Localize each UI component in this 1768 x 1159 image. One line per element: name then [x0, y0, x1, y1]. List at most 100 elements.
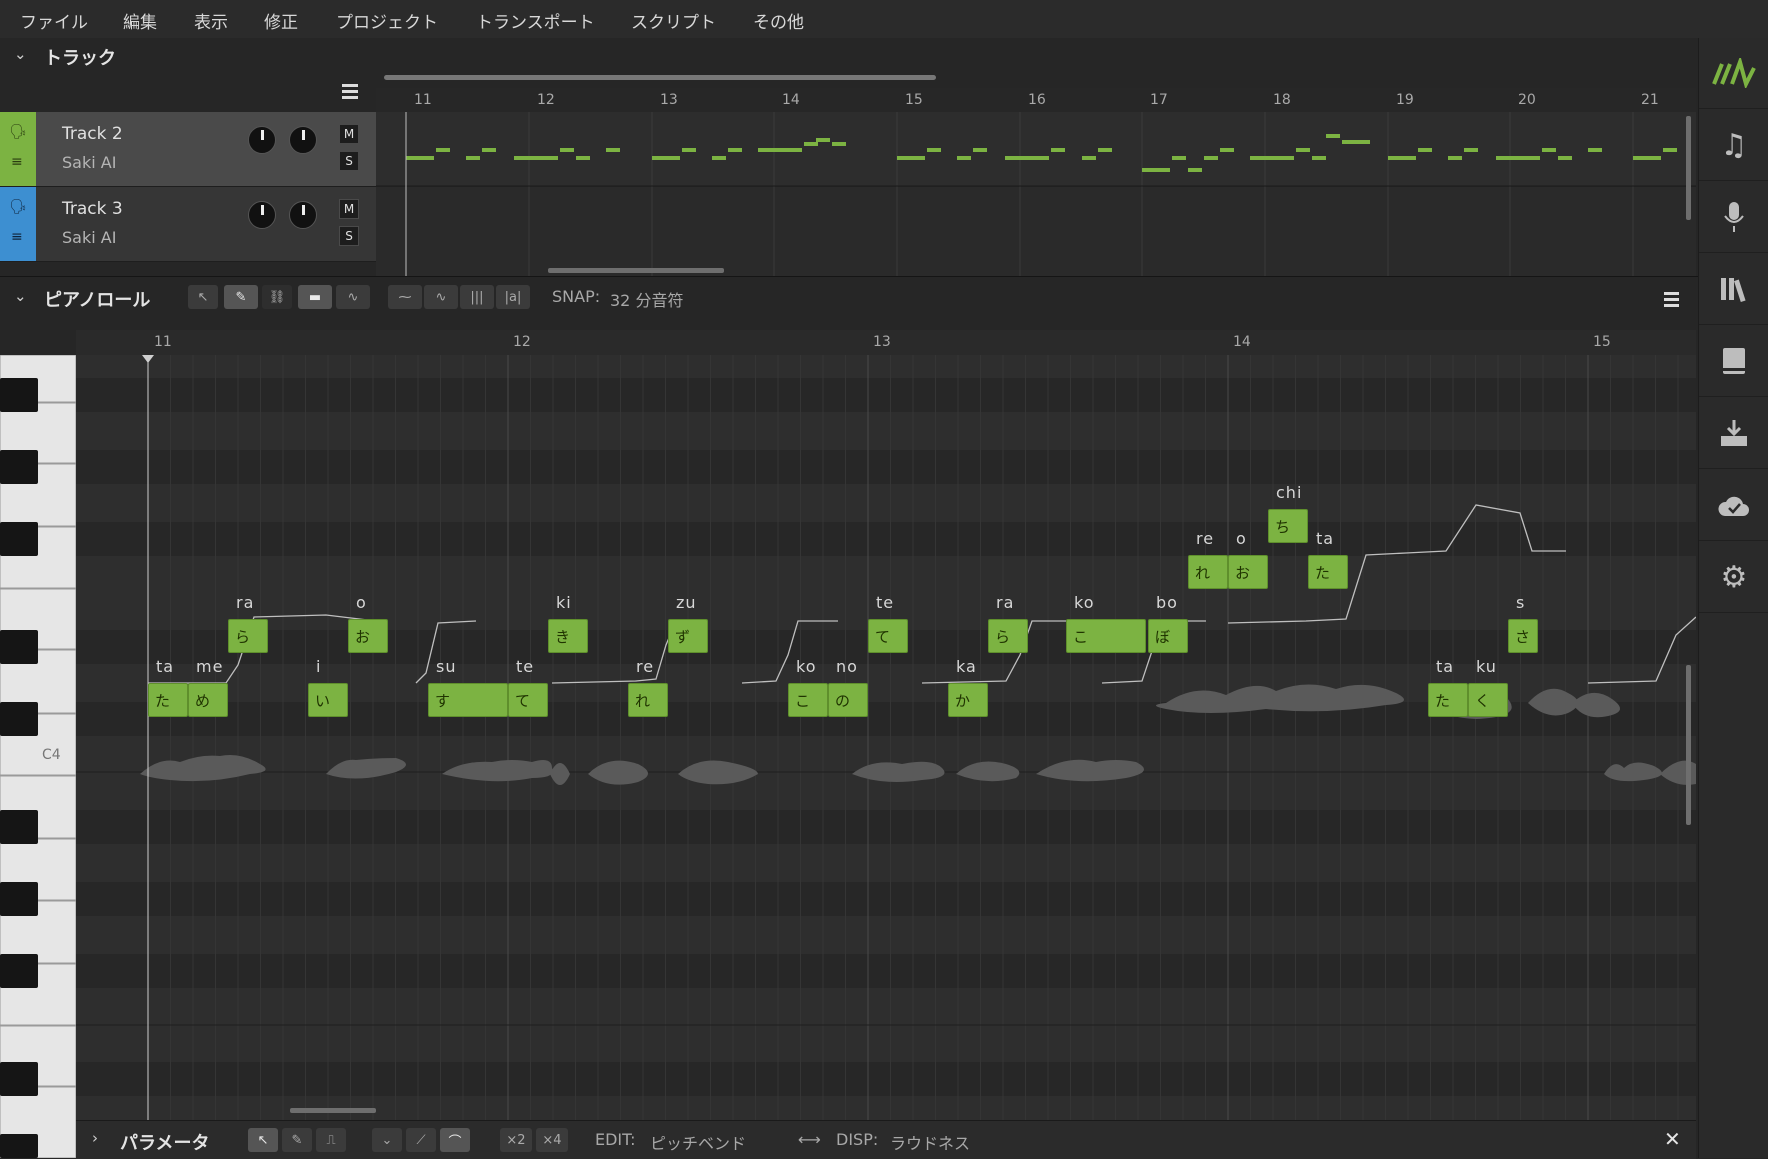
- x2-button[interactable]: ×2: [500, 1128, 532, 1152]
- waveform-button[interactable]: |||: [460, 285, 494, 309]
- track-row[interactable]: 🗣 ≡ Track 2 Saki AI M S: [0, 112, 376, 187]
- param-step-button[interactable]: ⎍: [316, 1128, 346, 1152]
- note-lyric[interactable]: o: [356, 593, 367, 612]
- drag-handle-icon[interactable]: ≡: [11, 154, 23, 170]
- tracks-scrollbar-top[interactable]: [384, 75, 936, 80]
- pan-knob[interactable]: [289, 126, 317, 154]
- note-lyric[interactable]: chi: [1276, 483, 1302, 502]
- piano-roll-scrollbar-horizontal[interactable]: [290, 1108, 376, 1113]
- note-lyric[interactable]: i: [316, 657, 321, 676]
- note-block[interactable]: ず: [668, 619, 708, 653]
- swap-icon[interactable]: ⟷: [798, 1130, 821, 1149]
- note-lyric[interactable]: re: [1196, 529, 1214, 548]
- render-button[interactable]: [1699, 398, 1768, 469]
- menu-script[interactable]: スクリプト: [631, 8, 716, 33]
- vibrato-button[interactable]: ∿: [424, 285, 458, 309]
- note-block[interactable]: た: [1428, 683, 1468, 717]
- note-block[interactable]: ち: [1268, 509, 1308, 543]
- param-arch-button[interactable]: ⌒: [440, 1128, 470, 1152]
- menu-file[interactable]: ファイル: [20, 8, 88, 33]
- note-lyric[interactable]: ta: [1436, 657, 1454, 676]
- note-block[interactable]: れ: [1188, 555, 1228, 589]
- track-row[interactable]: 🗣 ≡ Track 3 Saki AI M S: [0, 187, 376, 262]
- link-tool-button[interactable]: ⛓: [262, 285, 292, 309]
- mute-button[interactable]: M: [339, 124, 359, 144]
- note-block[interactable]: く: [1468, 683, 1508, 717]
- drag-handle-icon[interactable]: ≡: [11, 229, 23, 245]
- volume-knob[interactable]: [248, 201, 276, 229]
- note-block[interactable]: た: [148, 683, 188, 717]
- pitch-line-button[interactable]: ⁓: [388, 285, 422, 309]
- solo-button[interactable]: S: [339, 226, 359, 246]
- note-block[interactable]: こ: [1066, 619, 1146, 653]
- chevron-down-icon[interactable]: ⌄: [14, 287, 27, 305]
- note-block[interactable]: す: [428, 683, 508, 717]
- menu-other[interactable]: その他: [753, 8, 804, 33]
- note-block[interactable]: い: [308, 683, 348, 717]
- cloud-button[interactable]: [1699, 470, 1768, 541]
- note-lyric[interactable]: bo: [1156, 593, 1178, 612]
- menu-transport[interactable]: トランスポート: [476, 8, 595, 33]
- tracks-ruler[interactable]: 11 12 13 14 15 16 17 18 19 20 21: [376, 88, 1696, 112]
- note-block[interactable]: さ: [1508, 619, 1538, 653]
- notes-view-button[interactable]: ▬: [298, 285, 332, 309]
- note-block[interactable]: こ: [788, 683, 828, 717]
- note-lyric[interactable]: te: [876, 593, 894, 612]
- lyric-mode-button[interactable]: |a|: [496, 285, 530, 309]
- piano-roll-scrollbar-vertical[interactable]: [1686, 665, 1691, 825]
- solo-button[interactable]: S: [339, 151, 359, 171]
- note-lyric[interactable]: su: [436, 657, 456, 676]
- note-lyric[interactable]: me: [196, 657, 223, 676]
- note-lyric[interactable]: ra: [996, 593, 1014, 612]
- pencil-tool-button[interactable]: ✎: [224, 285, 258, 309]
- notebook-button[interactable]: [1699, 326, 1768, 397]
- volume-knob[interactable]: [248, 126, 276, 154]
- note-lyric[interactable]: ko: [796, 657, 816, 676]
- note-block[interactable]: ら: [228, 619, 268, 653]
- note-lyric[interactable]: s: [1516, 593, 1525, 612]
- select-tool-button[interactable]: ↖: [188, 285, 218, 309]
- param-ramp-button[interactable]: ⟋: [406, 1128, 436, 1152]
- note-lyric[interactable]: zu: [676, 593, 697, 612]
- mute-button[interactable]: M: [339, 199, 359, 219]
- note-block[interactable]: れ: [628, 683, 668, 717]
- note-lyric[interactable]: ko: [1074, 593, 1094, 612]
- note-block[interactable]: ぼ: [1148, 619, 1188, 653]
- note-lyric[interactable]: ki: [556, 593, 572, 612]
- note-lyric[interactable]: ta: [1316, 529, 1334, 548]
- menu-edit[interactable]: 編集: [123, 8, 157, 33]
- pitch-curve-button[interactable]: ∿: [336, 285, 370, 309]
- settings-button[interactable]: ⚙: [1699, 542, 1768, 613]
- piano-keyboard[interactable]: [0, 355, 76, 1158]
- disp-value[interactable]: ラウドネス: [890, 1130, 970, 1154]
- menu-project[interactable]: プロジェクト: [336, 8, 438, 33]
- track-name[interactable]: Track 3: [62, 199, 123, 219]
- pan-knob[interactable]: [289, 201, 317, 229]
- note-lyric[interactable]: re: [636, 657, 654, 676]
- chevron-right-icon[interactable]: ›: [92, 1129, 98, 1147]
- note-block[interactable]: お: [348, 619, 388, 653]
- menu-view[interactable]: 表示: [194, 8, 228, 33]
- x4-button[interactable]: ×4: [536, 1128, 568, 1152]
- note-lyric[interactable]: te: [516, 657, 534, 676]
- note-lyric[interactable]: ra: [236, 593, 254, 612]
- note-lyric[interactable]: no: [836, 657, 858, 676]
- voice-button[interactable]: [1699, 182, 1768, 253]
- note-lyric[interactable]: ka: [956, 657, 977, 676]
- snap-value[interactable]: 32 分音符: [610, 287, 683, 311]
- edit-value[interactable]: ピッチベンド: [650, 1130, 746, 1154]
- param-pencil-button[interactable]: ✎: [282, 1128, 312, 1152]
- param-dip-button[interactable]: ⌄: [372, 1128, 402, 1152]
- piano-roll-grid[interactable]: た ta め me ら ra い i お o す su て te き ki れ re ず zu こ ko の no て te か ka…: [76, 355, 1696, 1120]
- note-lyric[interactable]: ku: [1476, 657, 1497, 676]
- note-lyric[interactable]: ta: [156, 657, 174, 676]
- note-block[interactable]: の: [828, 683, 868, 717]
- track-name[interactable]: Track 2: [62, 124, 123, 144]
- tracks-menu-icon[interactable]: [342, 84, 358, 100]
- note-block[interactable]: か: [948, 683, 988, 717]
- param-select-button[interactable]: ↖: [248, 1128, 278, 1152]
- close-icon[interactable]: ✕: [1664, 1127, 1681, 1151]
- note-block[interactable]: て: [868, 619, 908, 653]
- track-color-tab[interactable]: 🗣 ≡: [0, 112, 36, 186]
- piano-roll-menu-icon[interactable]: [1664, 292, 1679, 307]
